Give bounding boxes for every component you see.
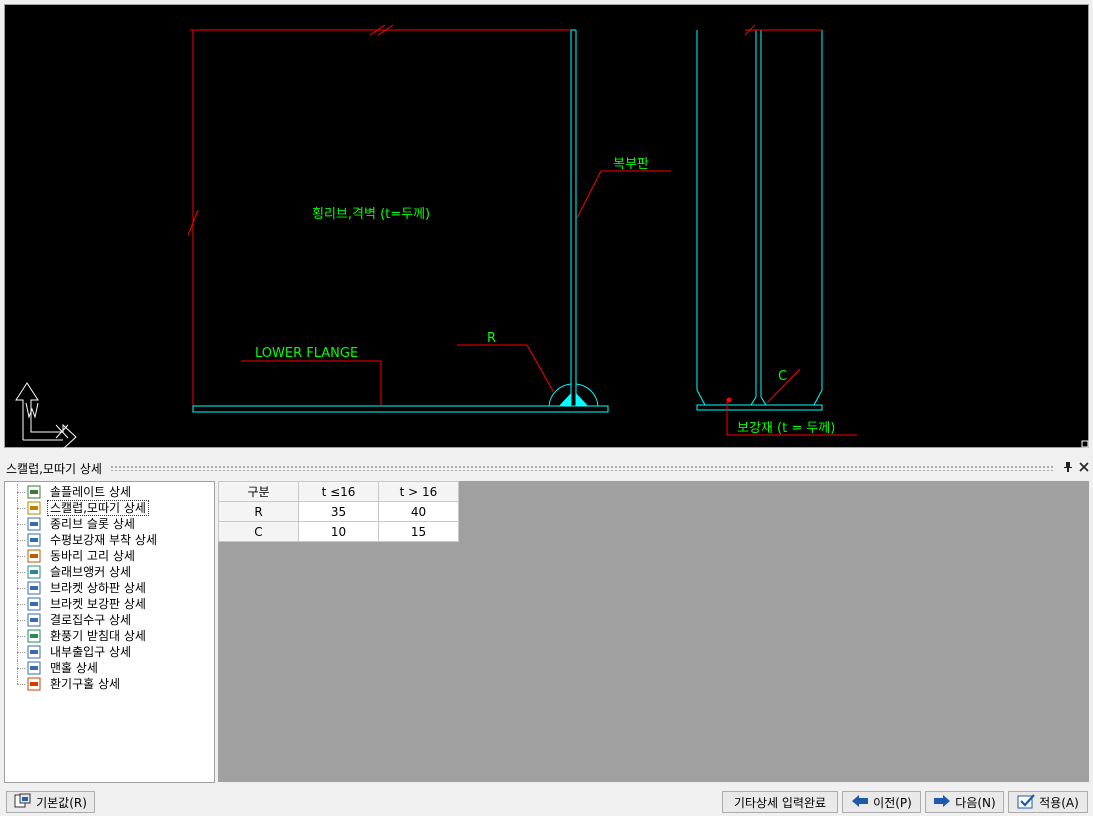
table-row: R 35 40 [218,501,459,522]
apply-button[interactable]: 적용(A) [1008,791,1088,813]
tree-item-label: 결로집수구 상세 [50,613,132,627]
table-cell[interactable]: 40 [378,501,459,522]
shoring-hook-icon [27,549,41,563]
apply-button-label: 적용(A) [1039,795,1079,810]
prev-button-label: 이전(P) [873,795,912,810]
table-cell[interactable]: 10 [298,521,379,542]
sole-plate-icon [27,485,41,499]
tree-item-label: 환기구홀 상세 [50,677,121,691]
leader-web [576,170,671,219]
vent-hole-icon [27,677,41,691]
label-c: C [778,369,787,384]
pin-icon[interactable] [1061,461,1075,475]
manhole-icon [27,661,41,675]
default-button-label: 기본값(R) [36,795,87,810]
col-header-t-gt-16: t > 16 [378,481,459,502]
dimension-ticks [187,24,756,236]
tree-item[interactable]: 종리브 슬롯 상세 [5,516,214,532]
scallop [548,383,599,407]
tree-item[interactable]: 브라켓 보강판 상세 [5,596,214,612]
stiffener-outline [696,30,823,411]
tree-item-label: 종리브 슬롯 상세 [50,517,135,531]
web-plate [570,29,577,406]
slab-anchor-icon [27,565,41,579]
scallop-icon [27,501,41,515]
horizontal-stiffener-icon [27,533,41,547]
complete-button-label: 기타상세 입력완료 [733,795,827,810]
ucs-icon [15,382,77,449]
panel-header: 스캘럽,모따기 상세 [0,458,1093,478]
tree-item-label: 내부출입구 상세 [50,645,132,659]
bracket-plate-icon [27,581,41,595]
col-header-category: 구분 [218,481,299,502]
tree-item-label: 맨홀 상세 [50,661,98,675]
tree-item-label: 솔플레이트 상세 [50,485,132,499]
default-icon [14,793,32,812]
tree-item[interactable]: 맨홀 상세 [5,660,214,676]
tree-item[interactable]: 동바리 고리 상세 [5,548,214,564]
tree-item[interactable]: 환풍기 받침대 상세 [5,628,214,644]
close-icon[interactable] [1077,461,1091,475]
cad-drawing: 횡리브,격벽 (t=두께) 복부판 LOWER FLANGE R C 보강재 (… [15,24,1089,449]
tree-item[interactable]: 환기구홀 상세 [5,676,214,692]
fan-support-icon [27,629,41,643]
label-lower-flange: LOWER FLANGE [255,346,358,361]
grid-area: 구분 t ≤16 t > 16 R 35 40 C 10 15 [218,481,1089,782]
tree-item[interactable]: 솔플레이트 상세 [5,484,214,500]
complete-button[interactable]: 기타상세 입력완료 [722,791,838,813]
row-header-r: R [218,501,299,522]
label-r: R [487,331,496,346]
tree-item-label: 동바리 고리 상세 [50,549,135,563]
tree-item-label: 수평보강재 부착 상세 [50,533,157,547]
arrow-right-icon [933,794,951,811]
resize-grip[interactable] [1081,440,1089,448]
panel-grip [109,465,1053,471]
tree-item-label: 슬래브앵커 상세 [50,565,132,579]
tree-item[interactable]: 스캘럽,모따기 상세 [5,500,214,516]
scallop-table: 구분 t ≤16 t > 16 R 35 40 C 10 15 [218,481,459,542]
table-row: C 10 15 [218,521,459,542]
inner-access-icon [27,645,41,659]
next-button[interactable]: 다음(N) [925,791,1004,813]
checkmark-icon [1017,793,1035,812]
label-web: 복부판 [613,157,649,172]
detail-tree: 솔플레이트 상세 스캘럽,모따기 상세 종리브 슬롯 상세수평보강재 부착 상세동바… [4,481,215,783]
tree-item-label: 브라켓 상하판 상세 [50,581,146,595]
footer-bar: 기본값(R) 기타상세 입력완료 이전(P) 다음(N) 적용(A) [0,788,1093,816]
tree-item[interactable]: 브라켓 상하판 상세 [5,580,214,596]
bracket-stiffener-icon [27,597,41,611]
tree-item[interactable]: 결로집수구 상세 [5,612,214,628]
table-cell[interactable]: 15 [378,521,459,542]
table-header-row: 구분 t ≤16 t > 16 [218,481,459,502]
label-stiffener: 보강재 (t = 두께) [737,421,835,436]
default-button[interactable]: 기본값(R) [6,791,95,813]
label-rib: 횡리브,격벽 (t=두께) [312,207,430,222]
tree-item[interactable]: 슬래브앵커 상세 [5,564,214,580]
tree-item[interactable]: 수평보강재 부착 상세 [5,532,214,548]
condensation-drain-icon [27,613,41,627]
tree-list: 솔플레이트 상세 스캘럽,모따기 상세 종리브 슬롯 상세수평보강재 부착 상세동바… [5,484,214,692]
tree-item-label: 브라켓 보강판 상세 [50,597,146,611]
splitter[interactable] [0,450,1093,456]
tree-item-label: 스캘럽,모따기 상세 [47,500,149,516]
tree-item-label: 환풍기 받침대 상세 [50,629,146,643]
arrow-left-icon [851,794,869,811]
rib-slot-icon [27,517,41,531]
prev-button[interactable]: 이전(P) [842,791,921,813]
col-header-t-le-16: t ≤16 [298,481,379,502]
next-button-label: 다음(N) [955,795,996,810]
panel-title: 스캘럽,모따기 상세 [6,461,102,476]
lower-flange [192,405,609,413]
cad-viewport[interactable]: 횡리브,격벽 (t=두께) 복부판 LOWER FLANGE R C 보강재 (… [4,4,1089,449]
leader-r [457,344,554,392]
row-header-c: C [218,521,299,542]
leader-flange [241,360,382,405]
table-cell[interactable]: 35 [298,501,379,522]
tree-item[interactable]: 내부출입구 상세 [5,644,214,660]
